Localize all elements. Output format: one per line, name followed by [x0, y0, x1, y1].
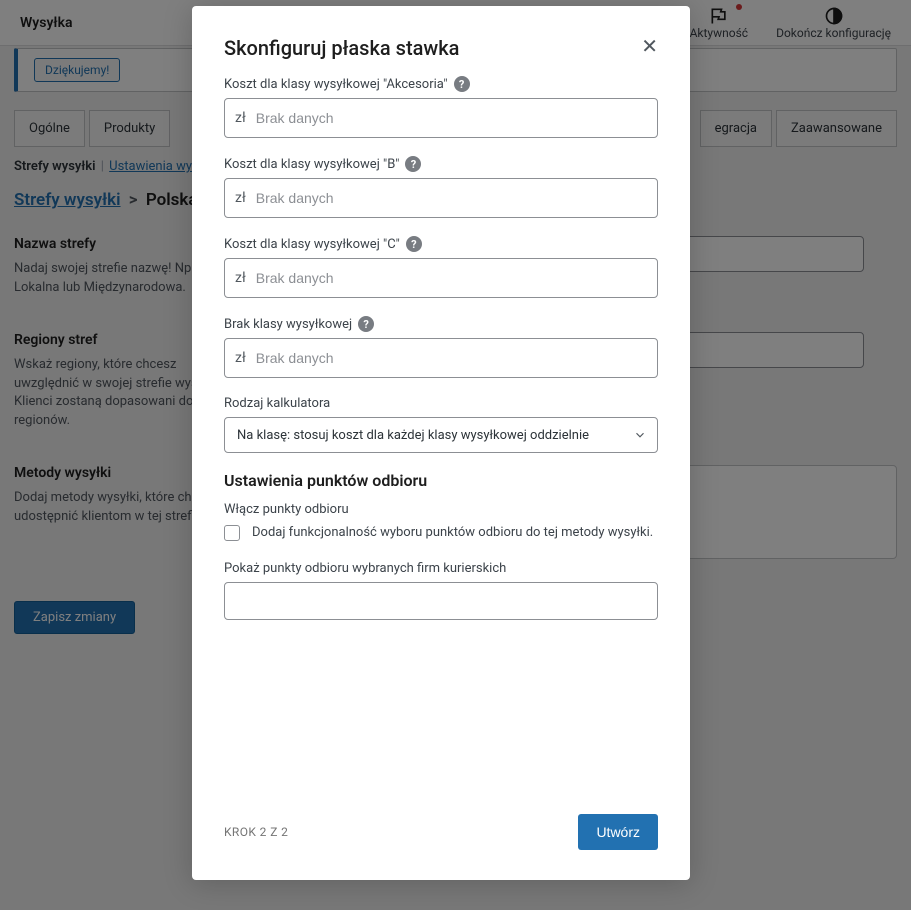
pickup-enable-desc: Dodaj funkcjonalność wyboru punktów odbi…: [252, 523, 653, 543]
pickup-enable-checkbox[interactable]: [224, 525, 240, 541]
currency-prefix: zł: [225, 190, 256, 206]
create-button[interactable]: Utwórz: [578, 814, 658, 850]
calc-type-select[interactable]: Na klasę: stosuj koszt dla każdej klasy …: [224, 417, 658, 453]
cost-c-label: Koszt dla klasy wysyłkowej "C": [224, 237, 400, 252]
cost-c-input[interactable]: zł: [224, 258, 658, 298]
currency-prefix: zł: [225, 110, 256, 126]
pickup-enable-label: Włącz punkty odbioru: [224, 502, 658, 517]
modal-title: Skonfiguruj płaska stawka: [224, 36, 459, 60]
help-icon[interactable]: ?: [454, 76, 470, 92]
modal-body[interactable]: Koszt dla klasy wysyłkowej "Akcesoria" ?…: [192, 60, 690, 792]
help-icon[interactable]: ?: [405, 156, 421, 172]
cost-b-input[interactable]: zł: [224, 178, 658, 218]
step-indicator: KROK 2 Z 2: [224, 825, 288, 839]
cost-akcesoria-label: Koszt dla klasy wysyłkowej "Akcesoria": [224, 77, 448, 92]
currency-prefix: zł: [225, 270, 256, 286]
pickup-carriers-label: Pokaż punkty odbioru wybranych firm kuri…: [224, 561, 658, 576]
pickup-carriers-select[interactable]: [224, 582, 658, 620]
close-icon[interactable]: ✕: [633, 36, 658, 56]
calc-type-label: Rodzaj kalkulatora: [224, 396, 330, 411]
cost-b-label: Koszt dla klasy wysyłkowej "B": [224, 157, 399, 172]
help-icon[interactable]: ?: [358, 316, 374, 332]
flat-rate-modal: Skonfiguruj płaska stawka ✕ Koszt dla kl…: [192, 6, 690, 880]
cost-akcesoria-input[interactable]: zł: [224, 98, 658, 138]
cost-none-input[interactable]: zł: [224, 338, 658, 378]
cost-none-label: Brak klasy wysyłkowej: [224, 317, 352, 332]
pickup-heading: Ustawienia punktów odbioru: [224, 471, 658, 490]
chevron-down-icon: [633, 428, 647, 442]
help-icon[interactable]: ?: [406, 236, 422, 252]
calc-type-value: Na klasę: stosuj koszt dla każdej klasy …: [237, 428, 589, 443]
currency-prefix: zł: [225, 350, 256, 366]
